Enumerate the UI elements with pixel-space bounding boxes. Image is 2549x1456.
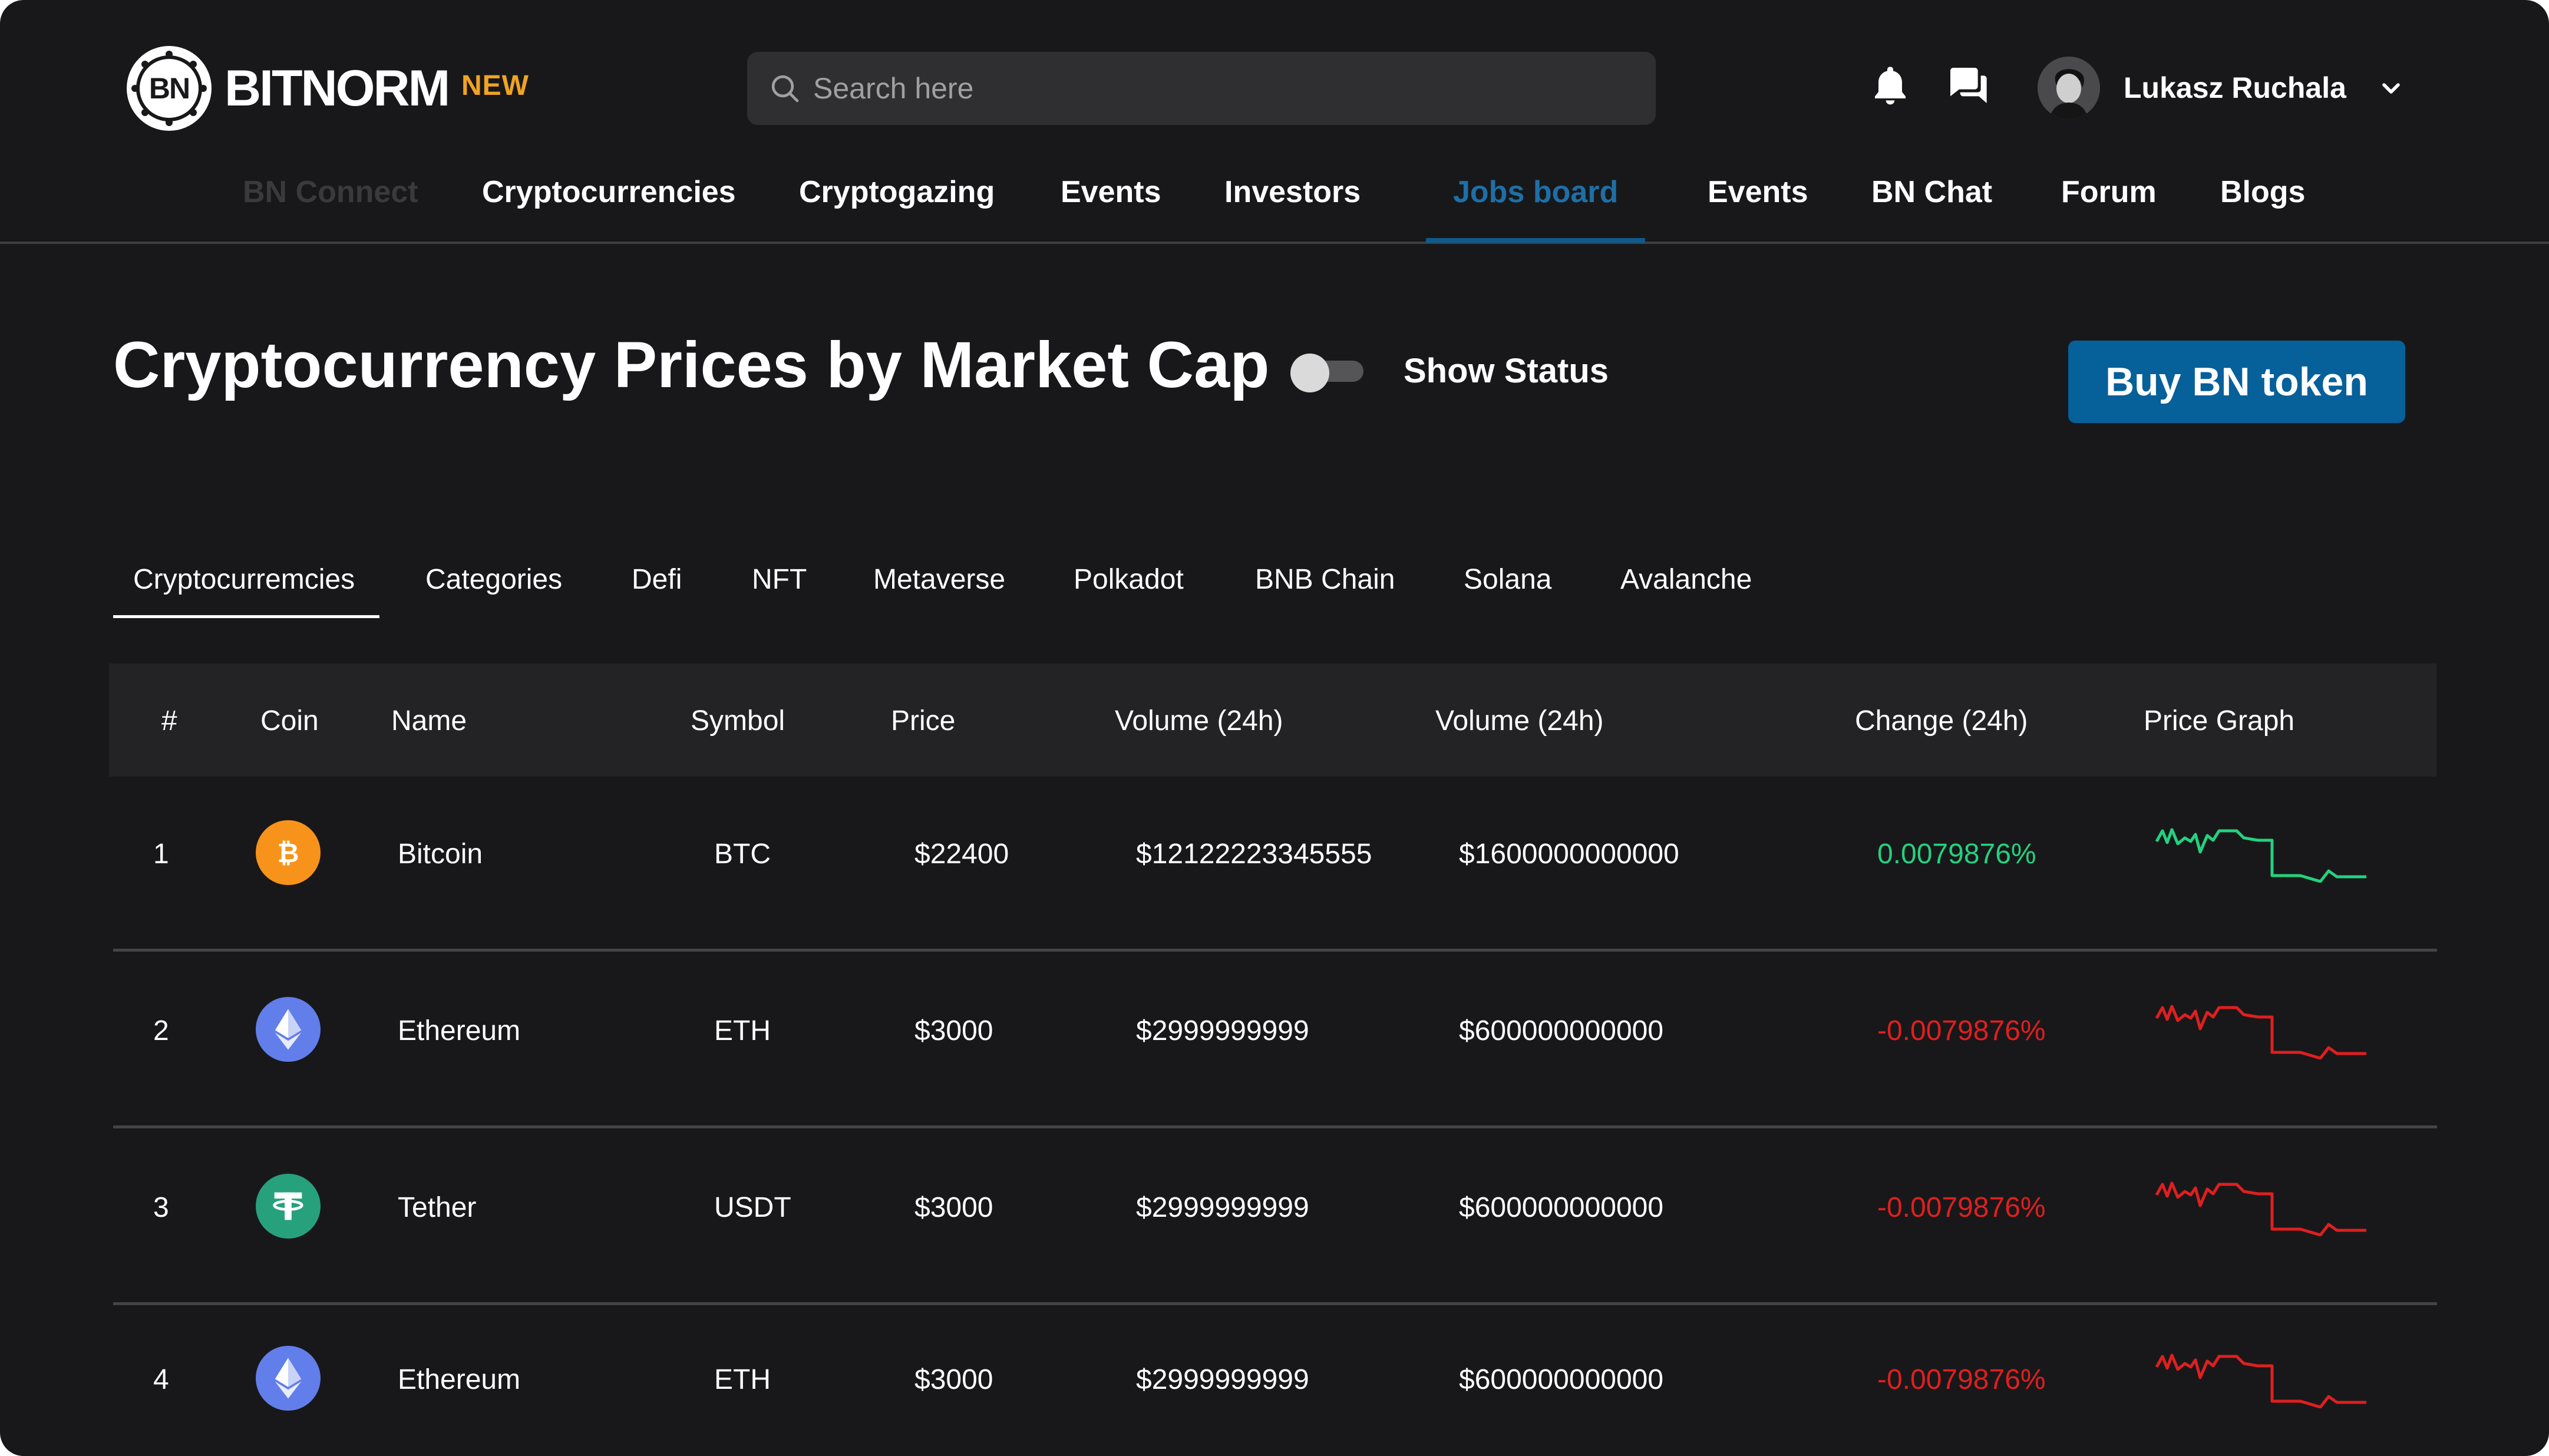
tab-nft[interactable]: NFT: [752, 563, 807, 596]
cell-price: $3000: [914, 1015, 993, 1046]
app-window: BN BITNORM NEW Lukasz Ruchala BN Connect…: [0, 0, 2549, 1456]
logo-badge-icon: BN: [127, 46, 212, 131]
avatar[interactable]: [2038, 57, 2100, 119]
col-header-price-graph[interactable]: Price Graph: [2144, 705, 2294, 737]
cell-rank: 1: [153, 838, 169, 870]
nav-item-bn-chat[interactable]: BN Chat: [1871, 174, 1992, 210]
nav-active-indicator: [1426, 238, 1645, 243]
nav-item-bn-connect[interactable]: BN Connect: [243, 174, 418, 210]
col-header-volume[interactable]: Volume (24h): [1115, 705, 1283, 737]
cell-change: -0.0079876%: [1877, 1192, 2046, 1223]
tab-cryptocurrencies[interactable]: Cryptocurremcies: [133, 563, 355, 596]
col-header-rank[interactable]: #: [161, 705, 177, 737]
row-divider: [113, 1302, 2437, 1305]
cell-rank: 4: [153, 1364, 169, 1395]
buy-bn-token-button[interactable]: Buy BN token: [2068, 341, 2405, 423]
cell-volume: $12122223345555: [1136, 838, 1372, 870]
nav-item-cryptogazing[interactable]: Cryptogazing: [799, 174, 995, 210]
svg-text:₿: ₿: [278, 838, 299, 868]
nav-item-cryptocurrencies[interactable]: Cryptocurrencies: [482, 174, 736, 210]
cell-volume: $2999999999: [1136, 1192, 1309, 1223]
tab-avalanche[interactable]: Avalanche: [1620, 563, 1752, 596]
price-graph-sparkline: [2155, 828, 2366, 883]
cell-name: Tether: [398, 1192, 477, 1223]
cell-price: $3000: [914, 1192, 993, 1223]
col-header-coin[interactable]: Coin: [260, 705, 319, 737]
price-graph-sparkline: [2155, 1005, 2366, 1059]
page-title: Cryptocurrency Prices by Market Cap: [113, 329, 1270, 401]
cell-price: $3000: [914, 1364, 993, 1395]
new-badge: NEW: [461, 70, 529, 101]
col-header-symbol[interactable]: Symbol: [691, 705, 785, 737]
tab-categories[interactable]: Categories: [425, 563, 562, 596]
cell-volume-2: $600000000000: [1459, 1015, 1664, 1046]
cell-price: $22400: [914, 838, 1009, 870]
tab-defi[interactable]: Defi: [632, 563, 682, 596]
logo[interactable]: BN BITNORM: [127, 46, 450, 131]
cell-volume-2: $600000000000: [1459, 1192, 1664, 1223]
search-input[interactable]: [813, 71, 1579, 105]
row-divider: [113, 949, 2437, 952]
cell-volume-2: $1600000000000: [1459, 838, 1679, 870]
col-header-name[interactable]: Name: [391, 705, 467, 737]
col-header-price[interactable]: Price: [891, 705, 955, 737]
cell-change: -0.0079876%: [1877, 1364, 2046, 1395]
show-status-toggle[interactable]: [1290, 354, 1363, 392]
cell-volume: $2999999999: [1136, 1015, 1309, 1046]
row-divider: [113, 1125, 2437, 1128]
brand-name: BITNORM: [224, 60, 450, 117]
cell-name: Ethereum: [398, 1015, 521, 1046]
cell-symbol: USDT: [714, 1192, 791, 1223]
col-header-volume-2[interactable]: Volume (24h): [1435, 705, 1604, 737]
cell-volume: $2999999999: [1136, 1364, 1309, 1395]
ethereum-icon: [256, 997, 321, 1062]
search-bar[interactable]: [747, 52, 1656, 125]
cell-name: Ethereum: [398, 1364, 521, 1395]
tab-solana[interactable]: Solana: [1464, 563, 1551, 596]
nav-item-jobs-board[interactable]: Jobs board: [1453, 174, 1618, 210]
cell-symbol: ETH: [714, 1015, 771, 1046]
tab-polkadot[interactable]: Polkadot: [1074, 563, 1184, 596]
cell-rank: 3: [153, 1192, 169, 1223]
bitcoin-icon: ₿: [256, 820, 321, 885]
tether-icon: [256, 1174, 321, 1239]
nav-item-forum[interactable]: Forum: [2061, 174, 2157, 210]
nav-item-blogs[interactable]: Blogs: [2220, 174, 2305, 210]
ethereum-icon: [256, 1346, 321, 1411]
nav-item-events[interactable]: Events: [1061, 174, 1161, 210]
nav-item-investors[interactable]: Investors: [1224, 174, 1361, 210]
chevron-down-icon[interactable]: [2377, 74, 2405, 103]
tab-active-indicator: [113, 615, 379, 618]
price-graph-sparkline: [2155, 1181, 2366, 1236]
cell-symbol: BTC: [714, 838, 771, 870]
bell-icon[interactable]: [1867, 62, 1914, 109]
tab-bnb-chain[interactable]: BNB Chain: [1255, 563, 1395, 596]
cell-symbol: ETH: [714, 1364, 771, 1395]
cell-rank: 2: [153, 1015, 169, 1046]
col-header-change[interactable]: Change (24h): [1855, 705, 2028, 737]
nav-item-events-2[interactable]: Events: [1708, 174, 1808, 210]
tab-metaverse[interactable]: Metaverse: [873, 563, 1005, 596]
search-icon: [771, 75, 799, 103]
main-nav: BN Connect Cryptocurrencies Cryptogazing…: [0, 174, 2549, 244]
cell-change: 0.0079876%: [1877, 838, 2036, 870]
cell-volume-2: $600000000000: [1459, 1364, 1664, 1395]
chat-icon[interactable]: [1944, 62, 1992, 109]
user-photo-icon: [2038, 57, 2100, 119]
price-graph-sparkline: [2155, 1353, 2366, 1408]
show-status-label: Show Status: [1404, 352, 1609, 390]
cell-change: -0.0079876%: [1877, 1015, 2046, 1046]
nav-divider: [0, 242, 2549, 244]
cell-name: Bitcoin: [398, 838, 483, 870]
user-name[interactable]: Lukasz Ruchala: [2124, 71, 2346, 105]
